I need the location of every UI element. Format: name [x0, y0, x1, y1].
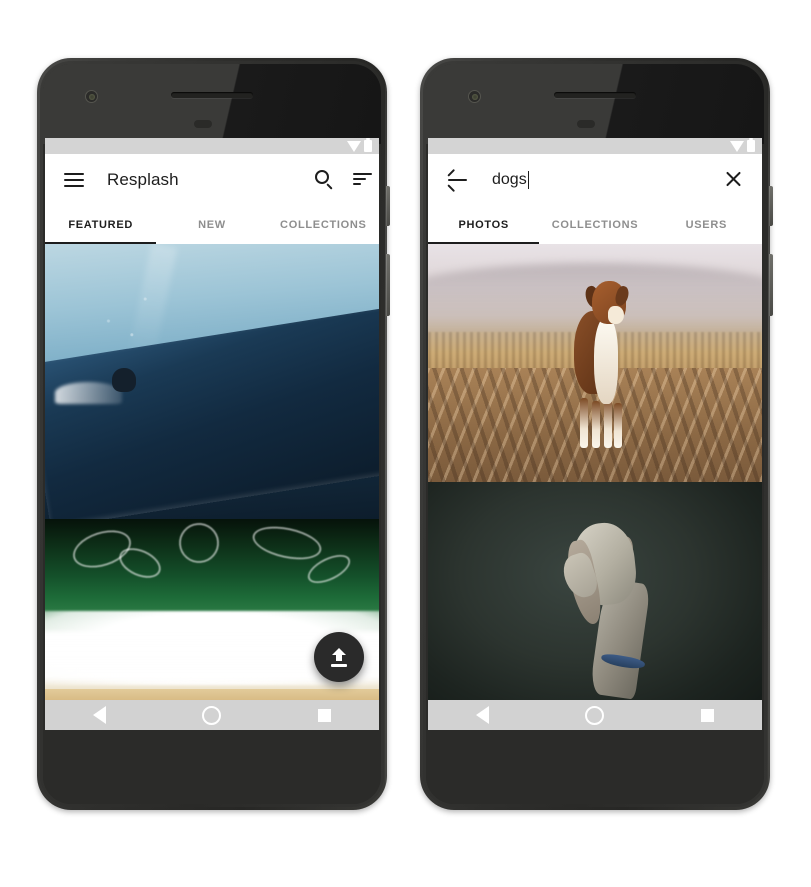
screenshot-stage: Resplash FEATURED NEW COLLECTIONS dogs P… — [0, 0, 811, 887]
app-title: Resplash — [107, 169, 179, 189]
nav-home-button[interactable] — [585, 705, 605, 725]
front-camera-icon — [85, 90, 98, 103]
search-icon — [314, 170, 334, 190]
screen-search: dogs PHOTOS COLLECTIONS USERS — [428, 138, 762, 730]
nav-recents-button[interactable] — [317, 708, 331, 722]
edge-highlight — [768, 78, 770, 790]
water-swirl — [249, 520, 325, 565]
water-swirl — [170, 519, 227, 572]
back-button[interactable] — [444, 167, 470, 193]
app-bar-browse: Resplash — [45, 154, 379, 205]
android-nav-bar — [45, 700, 379, 730]
status-bar — [428, 138, 762, 154]
proximity-sensor — [194, 120, 212, 128]
phone-bottom-bezel — [43, 732, 381, 804]
status-bar-icons — [347, 138, 372, 154]
sand-strip — [45, 689, 379, 700]
menu-button[interactable] — [61, 167, 87, 193]
back-arrow-icon — [446, 168, 467, 192]
app-bar-search: dogs — [428, 154, 762, 205]
phone-bottom-bezel — [426, 732, 764, 804]
text-cursor — [527, 170, 529, 189]
phone-top-bezel — [43, 64, 381, 144]
sort-button[interactable] — [337, 167, 372, 193]
photo-dog-in-field[interactable] — [428, 244, 762, 482]
sort-icon — [353, 172, 372, 187]
tab-new[interactable]: NEW — [156, 205, 267, 244]
tab-photos[interactable]: PHOTOS — [428, 205, 539, 244]
battery-icon — [364, 138, 372, 152]
nav-back-button[interactable] — [476, 706, 490, 724]
nav-recents-button[interactable] — [700, 708, 714, 722]
tab-bar-search: PHOTOS COLLECTIONS USERS — [428, 205, 762, 244]
tab-users[interactable]: USERS — [651, 205, 762, 244]
phone-top-bezel — [426, 64, 764, 144]
screen-browse: Resplash FEATURED NEW COLLECTIONS — [45, 138, 379, 730]
nav-back-button[interactable] — [93, 706, 107, 724]
nav-home-button[interactable] — [202, 705, 222, 725]
edge-highlight — [385, 78, 387, 790]
upload-icon — [330, 647, 348, 667]
photo-ocean-wave-swimmer[interactable] — [45, 244, 379, 519]
tab-collections[interactable]: COLLECTIONS — [268, 205, 379, 244]
photo-feed-search[interactable] — [428, 244, 762, 700]
tab-bar-browse: FEATURED NEW COLLECTIONS — [45, 205, 379, 244]
hamburger-menu-icon — [64, 172, 84, 187]
search-input[interactable]: dogs — [492, 170, 529, 189]
swimmer-silhouette — [111, 367, 136, 392]
search-input-value: dogs — [492, 170, 527, 188]
proximity-sensor — [577, 120, 595, 128]
status-bar — [45, 138, 379, 154]
close-icon — [725, 171, 742, 188]
tab-collections[interactable]: COLLECTIONS — [539, 205, 650, 244]
earpiece-speaker — [554, 92, 636, 98]
clear-search-button[interactable] — [720, 167, 746, 193]
glass-reflection — [43, 64, 381, 144]
wave-crest-front — [45, 306, 379, 519]
status-bar-icons — [730, 138, 755, 154]
dog-figure — [555, 520, 655, 700]
photo-feed-browse[interactable] — [45, 244, 379, 700]
front-camera-icon — [468, 90, 481, 103]
earpiece-speaker — [171, 92, 253, 98]
android-nav-bar — [428, 700, 762, 730]
wifi-icon — [730, 140, 744, 152]
wifi-icon — [347, 140, 361, 152]
phone-device-browse: Resplash FEATURED NEW COLLECTIONS — [37, 58, 390, 810]
dog-figure — [568, 281, 632, 451]
tab-featured[interactable]: FEATURED — [45, 205, 156, 244]
glass-reflection — [426, 64, 764, 144]
photo-weimaraner-portrait[interactable] — [428, 482, 762, 700]
battery-icon — [747, 138, 755, 152]
upload-fab-button[interactable] — [314, 632, 364, 682]
phone-device-search: dogs PHOTOS COLLECTIONS USERS — [420, 58, 773, 810]
search-button[interactable] — [311, 167, 337, 193]
